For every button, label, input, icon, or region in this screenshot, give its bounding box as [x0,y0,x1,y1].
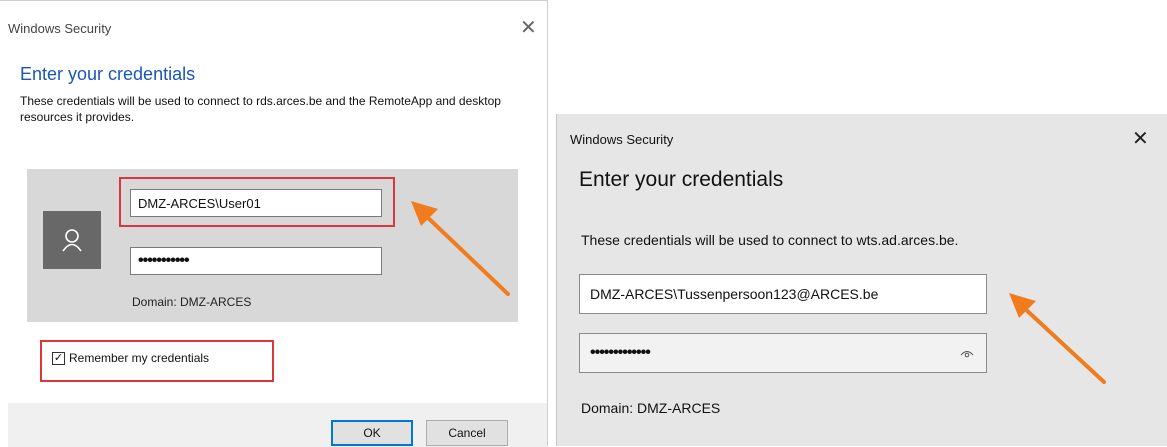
close-icon[interactable]: ✕ [1132,126,1149,151]
domain-label: Domain: DMZ-ARCES [132,295,252,309]
window-title: Windows Security [8,21,112,36]
dialog-description: These credentials will be used to connec… [20,94,501,124]
password-mask: ••••••••••••• [590,344,651,361]
username-input[interactable]: DMZ-ARCES\Tussenpersoon123@ARCES.be [579,274,987,314]
close-icon[interactable]: ✕ [520,15,537,40]
dialog-heading: Enter your credentials [579,168,784,191]
user-icon [43,211,101,269]
button-bar: OK Cancel [8,403,547,447]
domain-label: Domain: DMZ-ARCES [581,400,721,416]
remember-credentials-option[interactable]: ✓ Remember my credentials [52,351,209,365]
dialog-description: These credentials will be used to connec… [581,232,959,248]
dialog-heading: Enter your credentials [20,64,196,84]
credential-tile: DMZ-ARCES\User01 ••••••••••• Domain: DMZ… [27,169,518,322]
remember-checkbox[interactable]: ✓ [52,351,65,365]
password-input[interactable]: ••••••••••••• [579,333,987,373]
ok-button[interactable]: OK [331,420,413,446]
credentials-dialog-right: Windows Security ✕ Enter your credential… [556,114,1167,446]
password-input[interactable]: ••••••••••• [130,247,382,275]
eye-icon[interactable] [960,346,974,360]
window-title: Windows Security [570,132,674,147]
username-input[interactable]: DMZ-ARCES\User01 [130,189,382,217]
credentials-dialog-left: Windows Security ✕ Enter your credential… [0,0,548,447]
cancel-button[interactable]: Cancel [426,420,508,446]
remember-label: Remember my credentials [69,351,210,365]
